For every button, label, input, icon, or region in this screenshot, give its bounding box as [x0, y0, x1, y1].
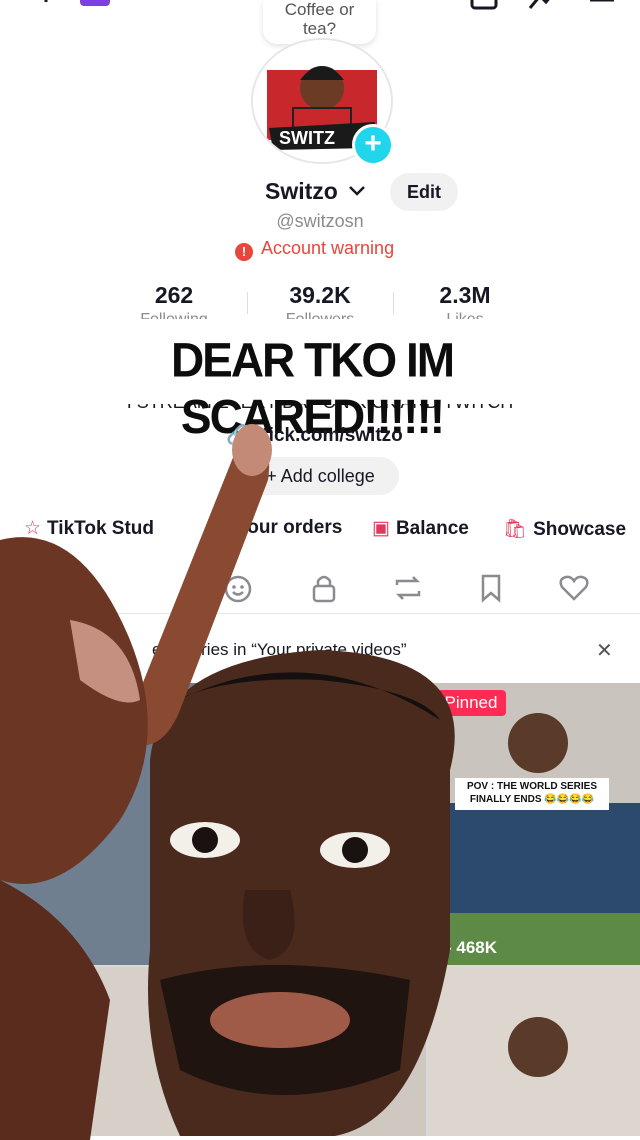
add-story-button[interactable]: +: [352, 124, 394, 166]
add-friend-icon[interactable]: [18, 0, 58, 14]
avatar-logo-text: SWITZ: [279, 128, 335, 148]
chevron-down-icon[interactable]: [347, 181, 367, 206]
bookmark-icon[interactable]: [474, 571, 508, 605]
heart-icon[interactable]: [557, 571, 591, 605]
following-label: Following: [114, 311, 234, 319]
edit-profile-button[interactable]: Edit: [390, 173, 458, 211]
note-line-2: tea?: [302, 19, 337, 38]
close-icon[interactable]: ✕: [596, 638, 613, 663]
account-warning-label: Account warning: [261, 238, 395, 258]
points-badge-icon[interactable]: [80, 0, 110, 6]
lock-icon[interactable]: [307, 571, 341, 605]
showcase-button[interactable]: 🛍 Showcase: [503, 517, 626, 541]
following-count[interactable]: 262: [114, 282, 234, 309]
bag-icon: 🛍: [503, 519, 528, 540]
menu-icon[interactable]: [588, 0, 618, 12]
stats-icon[interactable]: [528, 0, 558, 12]
pointing-hand: [0, 424, 272, 1140]
followers-count[interactable]: 39.2K: [260, 282, 380, 309]
stat-divider: [247, 292, 248, 314]
balance-button[interactable]: ▣ Balance: [372, 517, 469, 540]
profile-handle: @switzosn: [276, 211, 364, 231]
balance-label: Balance: [395, 518, 469, 539]
showcase-label: Showcase: [533, 519, 627, 540]
likes-count[interactable]: 2.3M: [405, 282, 525, 309]
likes-label: Likes: [405, 311, 525, 319]
alert-icon: !: [235, 243, 253, 261]
stat-divider: [393, 292, 394, 314]
creator-tools-icon[interactable]: [470, 0, 500, 12]
wallet-icon: ▣: [372, 518, 390, 539]
account-warning-link[interactable]: ! Account warning: [235, 238, 394, 261]
profile-name[interactable]: Switzo: [265, 178, 338, 205]
followers-label: Followers: [260, 311, 380, 319]
repost-icon[interactable]: [391, 571, 425, 605]
note-line-1: Coffee or: [284, 0, 355, 19]
